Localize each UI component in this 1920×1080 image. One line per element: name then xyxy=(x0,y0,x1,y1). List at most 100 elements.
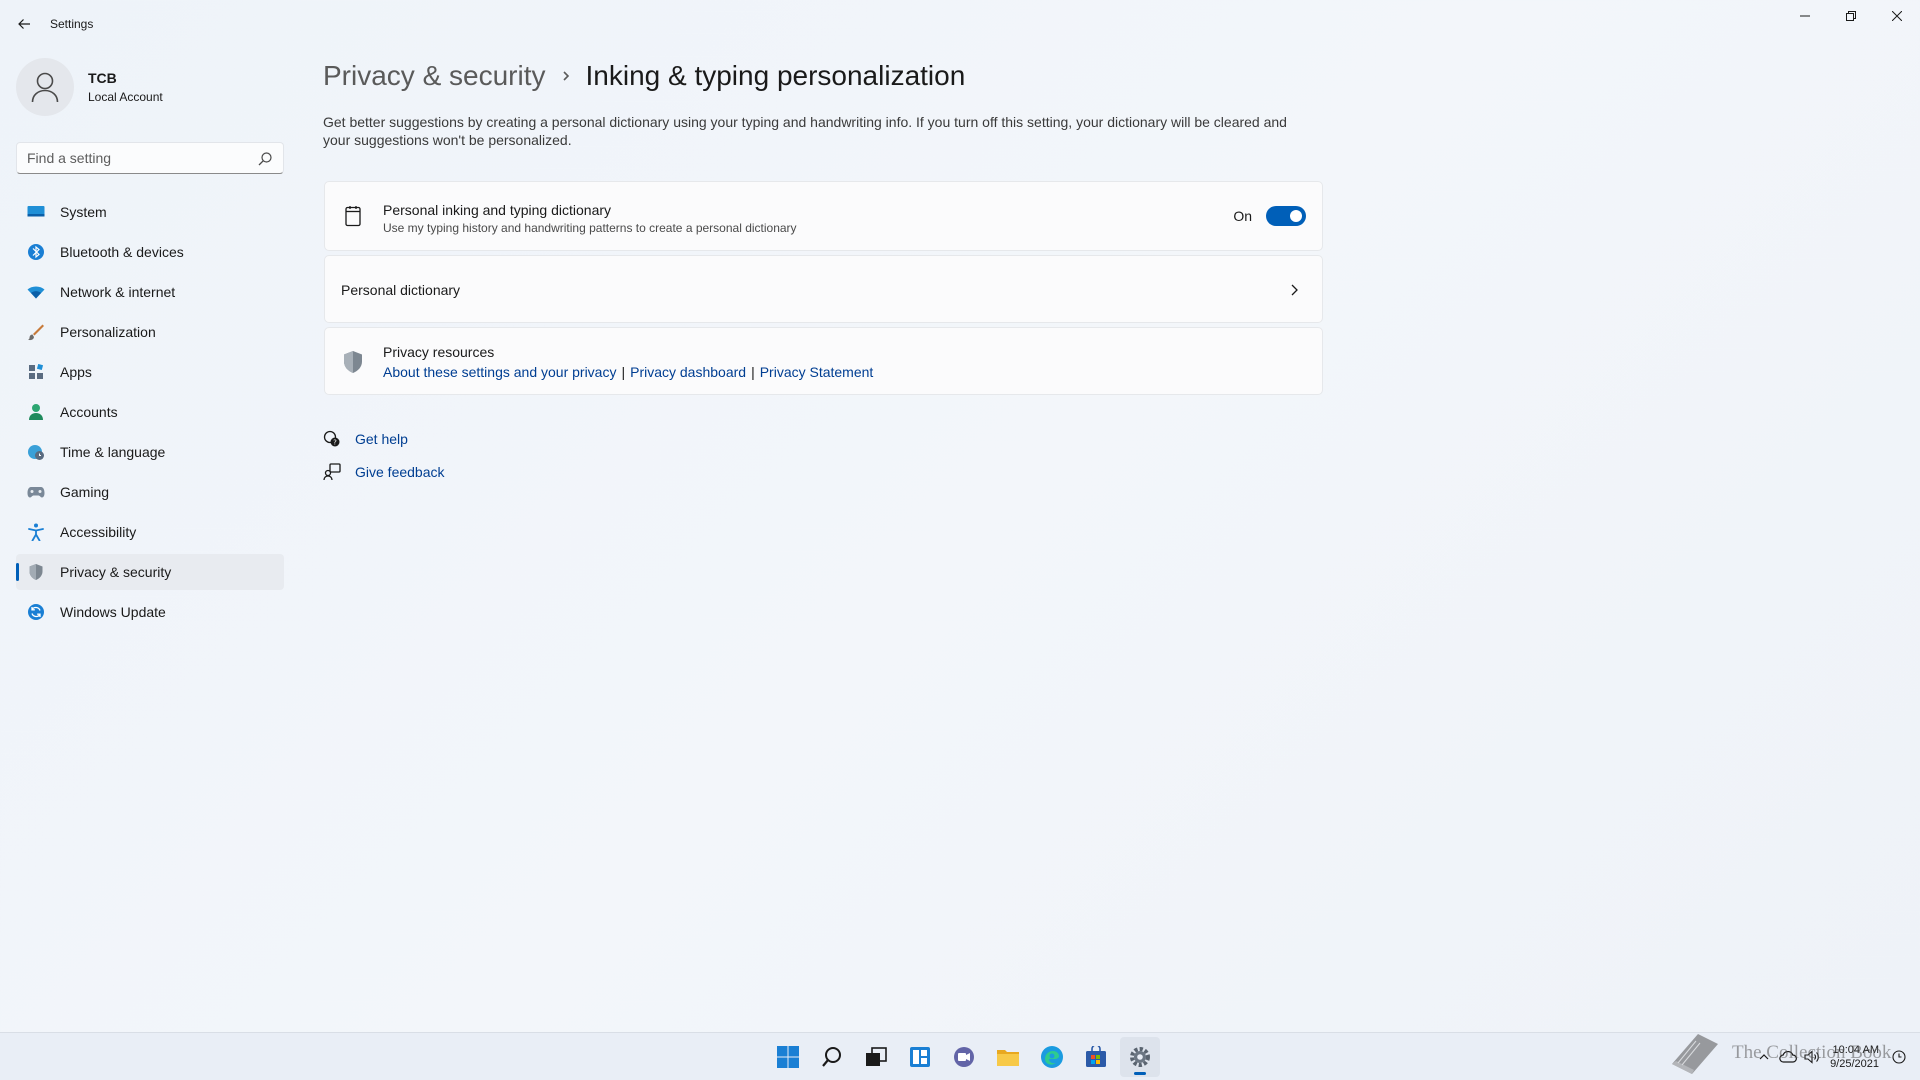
person-icon xyxy=(26,402,46,422)
minimize-icon xyxy=(1800,15,1810,17)
personal-dictionary-card[interactable]: Personal dictionary xyxy=(324,255,1323,323)
sidebar-item-label: Privacy & security xyxy=(60,564,172,580)
sidebar-item-windows-update[interactable]: Windows Update xyxy=(16,594,284,630)
edge-icon[interactable] xyxy=(1032,1037,1072,1077)
search-icon[interactable] xyxy=(812,1037,852,1077)
close-button[interactable] xyxy=(1874,0,1920,32)
user-icon xyxy=(31,72,59,103)
privacy-resources-title: Privacy resources xyxy=(383,344,495,360)
chat-icon[interactable] xyxy=(944,1037,984,1077)
window-controls xyxy=(1782,0,1920,32)
description-line: Get better suggestions by creating a per… xyxy=(323,114,1287,130)
link-separator: | xyxy=(751,364,755,380)
sidebar-item-label: Personalization xyxy=(60,324,156,340)
wifi-icon xyxy=(26,282,46,302)
privacy-statement-link[interactable]: Privacy Statement xyxy=(760,364,874,380)
sidebar-item-label: Accounts xyxy=(60,404,118,420)
shield-icon xyxy=(26,562,46,582)
chevron-right-icon xyxy=(1291,284,1298,296)
notification-icon[interactable] xyxy=(1888,1046,1910,1068)
settings-window: Settings TCB Local Account Find a settin… xyxy=(0,0,1920,1032)
chevron-up-icon[interactable] xyxy=(1753,1046,1775,1068)
cloud-icon[interactable] xyxy=(1777,1046,1799,1068)
minimize-button[interactable] xyxy=(1782,0,1828,32)
chevron-right-icon xyxy=(560,69,572,83)
accessibility-icon xyxy=(26,522,46,542)
breadcrumb: Privacy & security Inking & typing perso… xyxy=(323,56,965,96)
sidebar-item-network[interactable]: Network & internet xyxy=(16,274,284,310)
clock-date: 9/25/2021 xyxy=(1830,1058,1879,1070)
dictionary-setting-card: Personal inking and typing dictionary Us… xyxy=(324,181,1323,251)
sidebar-item-label: Apps xyxy=(60,364,92,380)
sidebar-item-time-language[interactable]: Time & language xyxy=(16,434,284,470)
sidebar-item-apps[interactable]: Apps xyxy=(16,354,284,390)
feedback-icon xyxy=(323,463,341,481)
sidebar-item-label: Windows Update xyxy=(60,604,166,620)
sidebar-item-label: Network & internet xyxy=(60,284,176,300)
page-title: Inking & typing personalization xyxy=(585,60,966,91)
sidebar-item-gaming[interactable]: Gaming xyxy=(16,474,284,510)
get-help-label: Get help xyxy=(355,431,408,447)
close-icon xyxy=(1892,11,1902,21)
settings-icon[interactable] xyxy=(1120,1037,1160,1077)
help-chat-icon: ? xyxy=(323,430,341,448)
give-feedback-label: Give feedback xyxy=(355,464,445,480)
shield-icon xyxy=(341,350,365,374)
windows-start-icon[interactable] xyxy=(768,1037,808,1077)
taskbar: 10:04 AM 9/25/2021 xyxy=(0,1032,1920,1080)
sidebar-item-label: Bluetooth & devices xyxy=(60,244,184,260)
restore-button[interactable] xyxy=(1828,0,1874,32)
get-help-link[interactable]: ? Get help xyxy=(323,428,408,450)
privacy-links: About these settings and your privacy | … xyxy=(383,364,873,380)
sidebar-item-label: Accessibility xyxy=(60,524,137,540)
personal-dictionary-title: Personal dictionary xyxy=(341,282,461,298)
widgets-icon[interactable] xyxy=(900,1037,940,1077)
profile-name: TCB xyxy=(88,70,117,86)
search-input[interactable] xyxy=(17,150,247,166)
user-profile[interactable]: TCB Local Account xyxy=(16,57,163,117)
app-title: Settings xyxy=(50,17,94,31)
sidebar-item-personalization[interactable]: Personalization xyxy=(16,314,284,350)
taskbar-apps xyxy=(766,1033,1162,1080)
store-icon[interactable] xyxy=(1076,1037,1116,1077)
sidebar-item-label: Gaming xyxy=(60,484,110,500)
bluetooth-icon xyxy=(26,242,46,262)
page-description: Get better suggestions by creating a per… xyxy=(323,113,1313,149)
notepad-icon xyxy=(341,204,365,228)
apps-icon xyxy=(26,362,46,382)
system-icon xyxy=(26,202,46,222)
sidebar-item-label: System xyxy=(60,204,107,220)
update-icon xyxy=(26,602,46,622)
give-feedback-link[interactable]: Give feedback xyxy=(323,461,445,483)
dictionary-setting-subtitle: Use my typing history and handwriting pa… xyxy=(383,221,797,235)
privacy-resources-card: Privacy resources About these settings a… xyxy=(324,327,1323,395)
avatar xyxy=(16,58,74,116)
breadcrumb-parent-link[interactable]: Privacy & security xyxy=(323,60,546,92)
system-tray: 10:04 AM 9/25/2021 xyxy=(1752,1033,1920,1080)
taskbar-clock[interactable]: 10:04 AM 9/25/2021 xyxy=(1830,1043,1879,1071)
restore-icon xyxy=(1846,11,1856,21)
link-separator: | xyxy=(621,364,626,380)
sidebar-item-bluetooth[interactable]: Bluetooth & devices xyxy=(16,234,284,270)
dictionary-toggle[interactable] xyxy=(1266,206,1306,226)
brush-icon xyxy=(26,322,46,342)
volume-icon[interactable] xyxy=(1801,1046,1823,1068)
toggle-state-label: On xyxy=(1233,208,1252,224)
sidebar-item-accessibility[interactable]: Accessibility xyxy=(16,514,284,550)
dictionary-setting-title: Personal inking and typing dictionary xyxy=(383,202,612,218)
about-privacy-link[interactable]: About these settings and your privacy xyxy=(383,364,616,380)
profile-account-type: Local Account xyxy=(88,90,163,104)
task-view-icon[interactable] xyxy=(856,1037,896,1077)
sidebar-item-system[interactable]: System xyxy=(16,194,284,230)
sidebar-item-label: Time & language xyxy=(60,444,166,460)
sidebar-item-privacy-security[interactable]: Privacy & security xyxy=(16,554,284,590)
title-bar: Settings xyxy=(0,0,1920,48)
file-explorer-icon[interactable] xyxy=(988,1037,1028,1077)
back-arrow-icon xyxy=(18,19,30,29)
search-box[interactable] xyxy=(16,142,284,174)
back-button[interactable] xyxy=(12,12,36,36)
svg-text:?: ? xyxy=(333,439,337,447)
privacy-dashboard-link[interactable]: Privacy dashboard xyxy=(630,364,746,380)
gamepad-icon xyxy=(26,482,46,502)
sidebar-item-accounts[interactable]: Accounts xyxy=(16,394,284,430)
